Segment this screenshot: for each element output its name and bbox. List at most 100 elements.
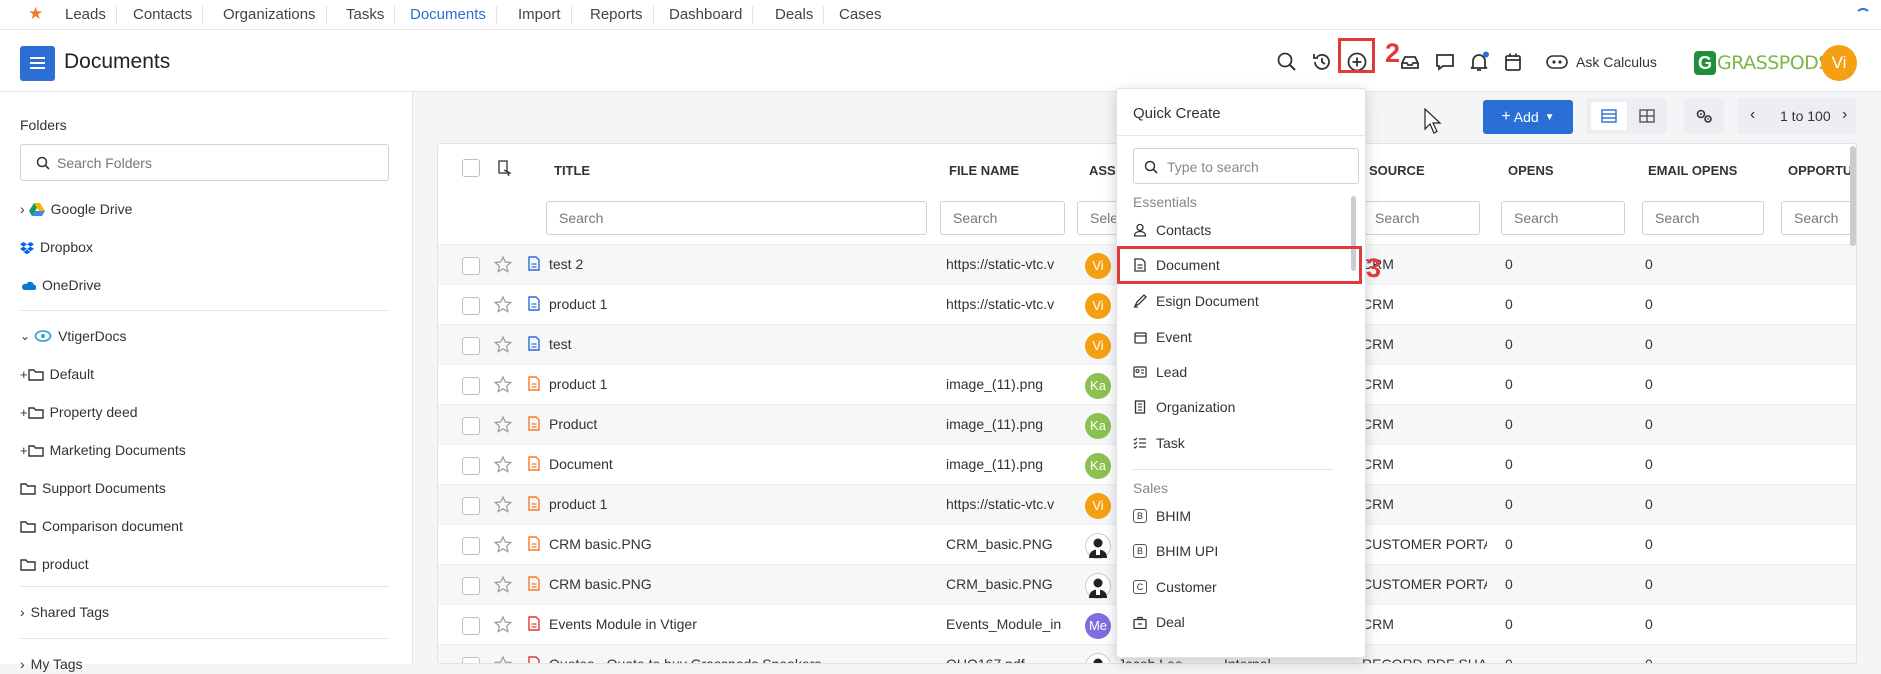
row-checkbox[interactable] — [462, 657, 480, 663]
row-checkbox[interactable] — [462, 417, 480, 435]
table-scrollbar[interactable] — [1850, 146, 1856, 246]
sidebar-shared-tags[interactable]: › Shared Tags — [20, 602, 109, 622]
nav-tasks[interactable]: Tasks — [346, 6, 396, 24]
filter-title-input[interactable]: Search — [546, 201, 927, 235]
star-icon[interactable] — [494, 416, 512, 433]
row-checkbox[interactable] — [462, 297, 480, 315]
sidebar-item-onedrive[interactable]: OneDrive — [20, 275, 101, 295]
column-config-icon[interactable] — [498, 160, 512, 176]
quick-create-customer[interactable]: C Customer — [1133, 576, 1217, 598]
nav-cases[interactable]: Cases — [839, 6, 892, 24]
filter-opens-input[interactable]: Search — [1501, 201, 1625, 235]
cell-title[interactable]: CRM basic.PNG — [549, 576, 939, 592]
folder-property-deed[interactable]: + Property deed — [20, 402, 138, 422]
quick-create-event[interactable]: Event — [1133, 326, 1192, 348]
chat-icon[interactable] — [1434, 51, 1456, 73]
nav-import[interactable]: Import — [518, 6, 572, 24]
star-icon[interactable] — [494, 336, 512, 353]
history-icon[interactable] — [1311, 51, 1333, 73]
cell-title[interactable]: CRM basic.PNG — [549, 536, 939, 552]
list-view-button[interactable] — [1591, 102, 1627, 130]
row-checkbox[interactable] — [462, 377, 480, 395]
folder-support-documents[interactable]: Support Documents — [20, 478, 166, 498]
column-header-opens[interactable]: OPENS — [1508, 163, 1554, 178]
calendar-icon[interactable] — [1502, 51, 1524, 73]
next-page-icon[interactable]: › — [1842, 106, 1847, 124]
folder-product[interactable]: product — [20, 554, 89, 574]
column-header-file-name[interactable]: FILE NAME — [949, 163, 1019, 178]
filter-file-name-input[interactable]: Search — [940, 201, 1065, 235]
favorite-star-icon[interactable]: ★ — [28, 5, 43, 22]
folder-default[interactable]: + Default — [20, 364, 94, 384]
nav-contacts[interactable]: Contacts — [133, 6, 204, 24]
star-icon[interactable] — [494, 576, 512, 593]
nav-deals[interactable]: Deals — [775, 6, 825, 24]
row-checkbox[interactable] — [462, 457, 480, 475]
quick-create-task[interactable]: Task — [1133, 432, 1185, 454]
filter-email-opens-input[interactable]: Search — [1642, 201, 1764, 235]
row-checkbox[interactable] — [462, 497, 480, 515]
quick-create-bhim-upi[interactable]: B BHIM UPI — [1133, 540, 1218, 562]
cell-title[interactable]: Document — [549, 456, 939, 472]
previous-page-icon[interactable]: ‹ — [1750, 106, 1755, 124]
expand-plus-icon[interactable]: + — [20, 405, 28, 420]
quick-create-organization[interactable]: Organization — [1133, 396, 1235, 418]
column-header-assigned[interactable]: ASSI — [1089, 163, 1119, 178]
cell-title[interactable]: test — [549, 336, 939, 352]
nav-leads[interactable]: Leads — [65, 6, 117, 24]
menu-button[interactable] — [20, 46, 55, 81]
quick-create-esign-document[interactable]: Esign Document — [1133, 290, 1259, 312]
row-checkbox[interactable] — [462, 257, 480, 275]
kanban-view-button[interactable] — [1631, 102, 1663, 130]
star-icon[interactable] — [494, 616, 512, 633]
expand-plus-icon[interactable]: + — [20, 443, 28, 458]
row-checkbox[interactable] — [462, 617, 480, 635]
star-icon[interactable] — [494, 496, 512, 513]
star-icon[interactable] — [494, 656, 512, 663]
cell-title[interactable]: product 1 — [549, 296, 939, 312]
folder-marketing-documents[interactable]: + Marketing Documents — [20, 440, 186, 460]
cell-title[interactable]: test 2 — [549, 256, 939, 272]
nav-organizations[interactable]: Organizations — [223, 6, 327, 24]
cell-title[interactable]: product 1 — [549, 496, 939, 512]
cell-title[interactable]: Quotes - Quote to buy Grasspods Speakers — [549, 656, 939, 663]
ask-calculus-button[interactable]: Ask Calculus — [1546, 49, 1657, 75]
sidebar-item-google-drive[interactable]: › Google Drive — [20, 199, 132, 219]
cell-title[interactable]: product 1 — [549, 376, 939, 392]
chevron-right-icon[interactable]: › — [20, 656, 25, 672]
quick-create-contacts[interactable]: Contacts — [1133, 219, 1211, 241]
filter-source-input[interactable]: Search — [1362, 201, 1480, 235]
nav-documents[interactable]: Documents — [410, 6, 497, 24]
add-button[interactable]: + Add ▼ — [1483, 100, 1573, 134]
star-icon[interactable] — [494, 456, 512, 473]
list-settings-button[interactable] — [1684, 98, 1724, 134]
row-checkbox[interactable] — [462, 577, 480, 595]
nav-dashboard[interactable]: Dashboard — [669, 6, 754, 24]
quick-create-bhim[interactable]: B BHIM — [1133, 505, 1191, 527]
filter-opportunity-input[interactable]: Search — [1781, 201, 1856, 235]
star-icon[interactable] — [494, 256, 512, 273]
column-header-source[interactable]: SOURCE — [1369, 163, 1425, 178]
search-icon[interactable] — [1276, 51, 1298, 73]
quick-create-lead[interactable]: Lead — [1133, 361, 1187, 383]
cell-title[interactable]: Events Module in Vtiger — [549, 616, 939, 632]
search-folders-input[interactable]: Search Folders — [20, 144, 389, 181]
user-avatar[interactable]: Vi — [1821, 45, 1857, 81]
row-checkbox[interactable] — [462, 537, 480, 555]
folder-comparison-document[interactable]: Comparison document — [20, 516, 183, 536]
nav-reports[interactable]: Reports — [590, 6, 654, 24]
chevron-right-icon[interactable]: › — [20, 201, 25, 217]
row-checkbox[interactable] — [462, 337, 480, 355]
quick-create-search-input[interactable]: Type to search — [1133, 148, 1359, 184]
cell-title[interactable]: Product — [549, 416, 939, 432]
column-header-opportunity[interactable]: OPPORTUNI — [1788, 163, 1856, 178]
select-all-checkbox[interactable] — [462, 159, 480, 177]
star-icon[interactable] — [494, 296, 512, 313]
star-icon[interactable] — [494, 536, 512, 553]
column-header-email-opens[interactable]: EMAIL OPENS — [1648, 163, 1737, 178]
quick-create-deal[interactable]: Deal — [1133, 611, 1185, 633]
chevron-right-icon[interactable]: › — [20, 604, 25, 620]
sidebar-my-tags[interactable]: › My Tags — [20, 654, 83, 674]
inbox-icon[interactable] — [1399, 51, 1421, 73]
star-icon[interactable] — [494, 376, 512, 393]
